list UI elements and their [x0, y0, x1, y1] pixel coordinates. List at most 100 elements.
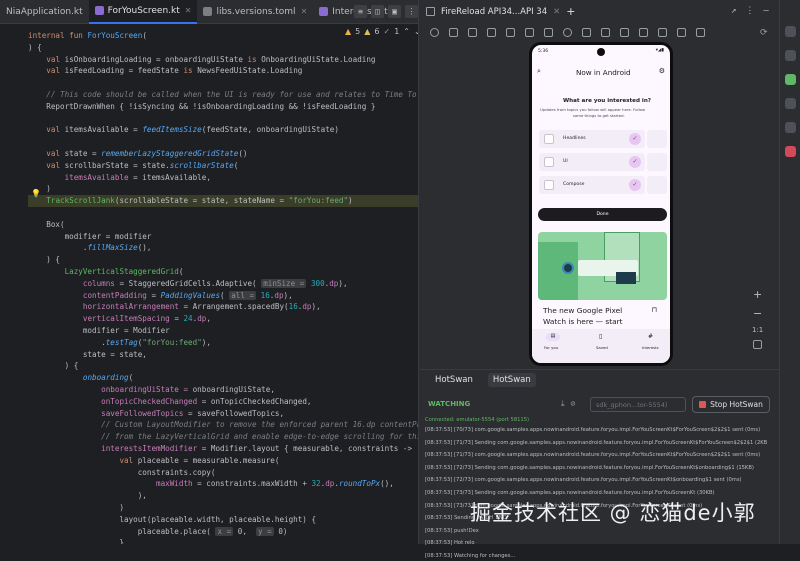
running-devices-icon[interactable]: [785, 74, 796, 85]
notifications-icon[interactable]: [785, 26, 796, 37]
more-options-icon[interactable]: ⋮: [745, 6, 754, 16]
check-icon[interactable]: ✓: [629, 156, 641, 168]
nav-for-you[interactable]: For you: [544, 345, 558, 350]
fold-icon[interactable]: [525, 28, 534, 37]
code-line[interactable]: // This code should be called when the U…: [28, 89, 418, 101]
download-icon[interactable]: ⤓: [561, 399, 565, 409]
device-explorer-icon[interactable]: [785, 122, 796, 133]
tab-hotswan-active[interactable]: HotSwan: [487, 372, 536, 387]
code-line[interactable]: placeable.place( x = 0, y = 0): [28, 526, 418, 538]
editor-mode-design-icon[interactable]: ▣: [388, 5, 401, 18]
overview-icon[interactable]: [582, 28, 591, 37]
code-line[interactable]: ): [28, 502, 418, 514]
news-card-image[interactable]: [538, 232, 667, 300]
rotate-right-icon[interactable]: [506, 28, 515, 37]
external-link-icon[interactable]: ↗: [731, 6, 736, 16]
code-line[interactable]: .fillMaxSize(),: [28, 242, 418, 254]
topic-headlines[interactable]: Headlines ✓: [539, 130, 645, 148]
code-line[interactable]: }: [28, 537, 418, 544]
close-icon[interactable]: ✕: [185, 6, 192, 15]
topic-partial[interactable]: [647, 153, 667, 171]
code-line[interactable]: modifier = Modifier: [28, 325, 418, 337]
code-line[interactable]: // Custom LayoutModifier to remove the e…: [28, 419, 418, 431]
code-line[interactable]: val isOnboardingLoading = onboardingUiSt…: [28, 54, 418, 66]
more-options-icon[interactable]: ⋮: [405, 5, 418, 18]
interests-icon[interactable]: #: [648, 333, 653, 340]
display-icon[interactable]: [677, 28, 686, 37]
code-line[interactable]: ),: [28, 490, 418, 502]
code-line[interactable]: Box(: [28, 219, 418, 231]
code-line[interactable]: [28, 136, 418, 148]
volume-down-icon[interactable]: [468, 28, 477, 37]
code-line[interactable]: contentPadding = PaddingValues( all = 16…: [28, 290, 418, 302]
code-line[interactable]: itemsAvailable = itemsAvailable,: [28, 172, 418, 184]
code-line[interactable]: layout(placeable.width, placeable.height…: [28, 514, 418, 526]
code-line[interactable]: columns = StaggeredGridCells.Adaptive( m…: [28, 278, 418, 290]
screenshot-icon[interactable]: [601, 28, 610, 37]
tab-hotswan[interactable]: HotSwan: [430, 373, 478, 387]
device-select[interactable]: sdk_gphon...tor-5554): [590, 397, 686, 412]
code-line[interactable]: .testTag("forYou:feed"),: [28, 337, 418, 349]
tab-libs-versions[interactable]: libs.versions.toml ✕: [197, 0, 313, 24]
code-line[interactable]: [28, 77, 418, 89]
settings-icon[interactable]: ⚙: [659, 67, 665, 75]
code-line[interactable]: val scrollbarState = state.scrollbarStat…: [28, 160, 418, 172]
power-icon[interactable]: [430, 28, 439, 37]
fit-screen-icon[interactable]: [753, 340, 763, 349]
code-line[interactable]: constraints.copy(: [28, 467, 418, 479]
stop-hotswan-button[interactable]: Stop HotSwan: [692, 396, 770, 413]
code-line[interactable]: onboardingUiState = onboardingUiState,: [28, 384, 418, 396]
code-line[interactable]: ) {: [28, 360, 418, 372]
code-line[interactable]: ) {: [28, 254, 418, 266]
code-line[interactable]: saveFollowedTopics = saveFollowedTopics,: [28, 408, 418, 420]
for-you-icon[interactable]: ▤: [546, 333, 560, 341]
clear-icon[interactable]: ⊘: [571, 399, 576, 409]
editor-mode-code-icon[interactable]: ≡: [354, 5, 367, 18]
nav-interests[interactable]: Interests: [642, 345, 659, 350]
code-line[interactable]: maxWidth = constraints.maxWidth + 32.dp.…: [28, 478, 418, 490]
back-icon[interactable]: [544, 28, 553, 37]
code-line[interactable]: LazyVerticalStaggeredGrid(: [28, 266, 418, 278]
gradle-icon[interactable]: [785, 50, 796, 61]
rotate-left-icon[interactable]: [487, 28, 496, 37]
home-icon[interactable]: [563, 28, 572, 37]
check-icon[interactable]: ✓: [629, 179, 641, 191]
code-line[interactable]: TrackScrollJank(scrollableState = state,…: [28, 195, 418, 207]
download-icon[interactable]: [639, 28, 648, 37]
code-line[interactable]: internal fun ForYouScreen(: [28, 30, 418, 42]
search-icon[interactable]: ⌕: [537, 67, 541, 76]
zoom-actual-size[interactable]: 1:1: [752, 326, 763, 334]
zoom-in-icon[interactable]: +: [753, 288, 762, 301]
code-line[interactable]: val placeable = measurable.measure(: [28, 455, 418, 467]
device-manager-icon[interactable]: [785, 98, 796, 109]
add-icon[interactable]: +: [566, 5, 575, 18]
close-icon[interactable]: ✕: [301, 7, 308, 16]
more-options-icon[interactable]: [696, 28, 705, 37]
code-line[interactable]: state = state,: [28, 349, 418, 361]
code-line[interactable]: modifier = modifier: [28, 231, 418, 243]
close-icon[interactable]: ✕: [553, 7, 560, 17]
code-line[interactable]: // from the LazyVerticalGrid and enable …: [28, 431, 418, 443]
device-tab[interactable]: FireReload API34...API 34 ✕ +: [426, 5, 575, 18]
bookmark-icon[interactable]: ⊓: [652, 306, 657, 314]
tab-foryouscreen[interactable]: ForYouScreen.kt ✕: [88, 0, 198, 24]
code-line[interactable]: interestsItemModifier = Modifier.layout …: [28, 443, 418, 455]
device-screen[interactable]: 5:36 ▾◢▮ ⌕ Now in Android ⚙ What are you…: [529, 42, 673, 366]
editor-mode-split-icon[interactable]: ◫: [371, 5, 384, 18]
code-line[interactable]: [28, 113, 418, 125]
topic-partial[interactable]: [647, 176, 667, 194]
volume-up-icon[interactable]: [449, 28, 458, 37]
code-line[interactable]: ): [28, 183, 418, 195]
code-line[interactable]: [28, 207, 418, 219]
code-line[interactable]: onTopicCheckedChanged = onTopicCheckedCh…: [28, 396, 418, 408]
topic-ui[interactable]: UI ✓: [539, 153, 645, 171]
code-line[interactable]: val isFeedLoading = feedState is NewsFee…: [28, 65, 418, 77]
code-editor[interactable]: NiaApplication.kt ForYouScreen.kt ✕ libs.…: [0, 0, 418, 544]
upload-icon[interactable]: [658, 28, 667, 37]
zoom-out-icon[interactable]: −: [753, 307, 762, 320]
saved-icon[interactable]: ▯: [599, 333, 602, 340]
screen-record-icon[interactable]: [620, 28, 629, 37]
topic-compose[interactable]: Compose ✓: [539, 176, 645, 194]
check-icon[interactable]: ✓: [629, 133, 641, 145]
minimize-icon[interactable]: —: [763, 6, 768, 16]
